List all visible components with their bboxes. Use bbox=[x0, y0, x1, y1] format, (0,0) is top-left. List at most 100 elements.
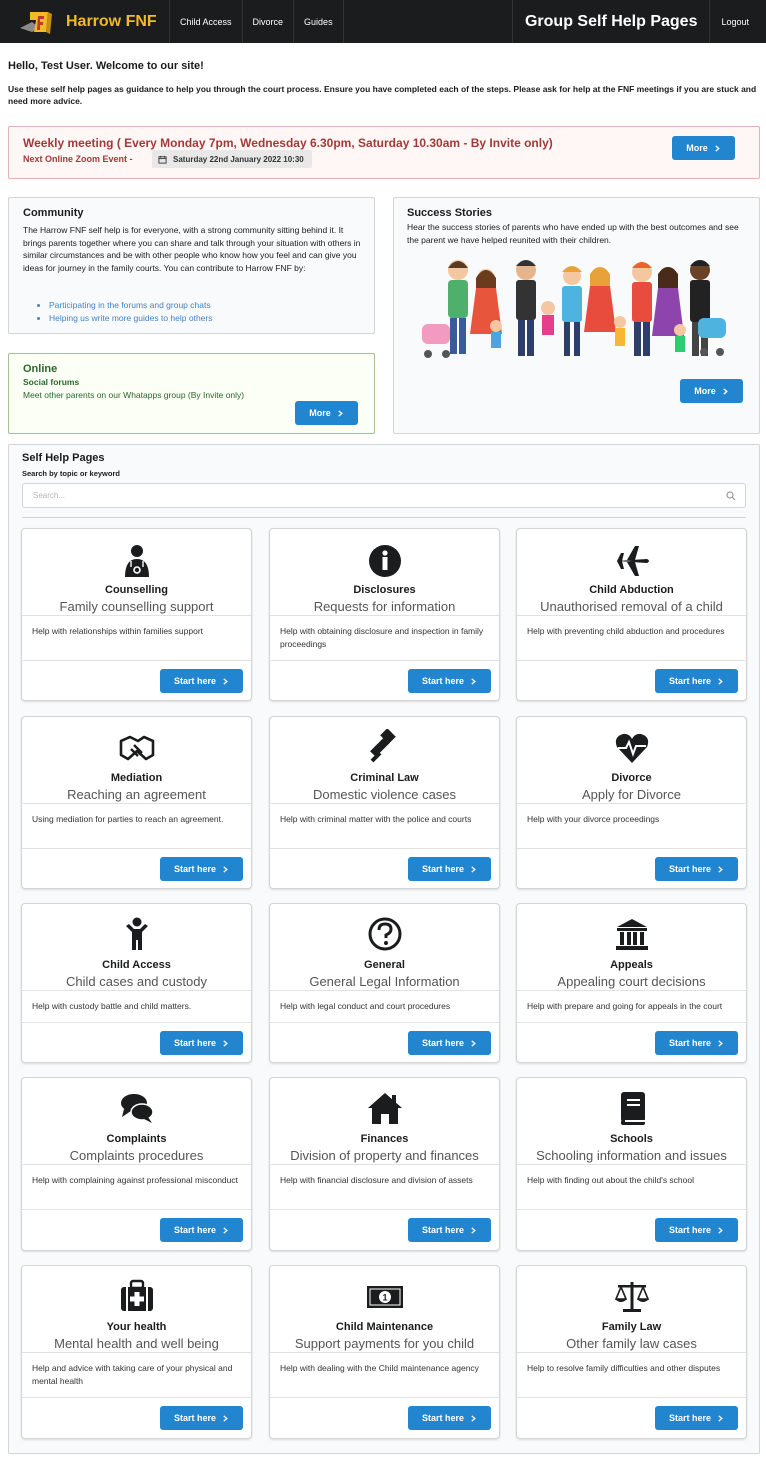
start-here-button[interactable]: Start here bbox=[655, 669, 738, 693]
card-divider bbox=[270, 1164, 499, 1165]
start-here-button[interactable]: Start here bbox=[160, 1218, 243, 1242]
start-here-button[interactable]: Start here bbox=[160, 669, 243, 693]
card-subtitle: Child cases and custody bbox=[66, 974, 207, 989]
heartbeat-icon bbox=[615, 733, 648, 763]
card-icon-wrap bbox=[517, 1090, 746, 1126]
chevron-right-icon bbox=[223, 1414, 228, 1422]
card-title: Criminal Law bbox=[350, 772, 419, 784]
card-description: Help with relationships within families … bbox=[32, 626, 204, 636]
card-finances: Finances Division of property and finance… bbox=[269, 1077, 500, 1251]
start-here-button[interactable]: Start here bbox=[655, 1406, 738, 1430]
card-mediation: Mediation Reaching an agreement Using medi… bbox=[21, 716, 252, 889]
card-subtitle: Appealing court decisions bbox=[557, 974, 706, 989]
online-more-label: More bbox=[309, 408, 331, 418]
meeting-more-button[interactable]: More bbox=[672, 136, 735, 160]
card-title: Child Abduction bbox=[589, 584, 674, 596]
start-here-button[interactable]: Start here bbox=[655, 857, 738, 881]
card-child-maintenance: 1 Child Maintenance Support payments for y… bbox=[269, 1265, 500, 1439]
community-link-forums[interactable]: Participating in the forums and group ch… bbox=[49, 299, 212, 312]
card-subtitle: Division of property and finances bbox=[290, 1148, 479, 1163]
logout-link[interactable]: Logout bbox=[710, 0, 766, 43]
nav-child-access[interactable]: Child Access bbox=[170, 0, 243, 43]
start-here-label: Start here bbox=[173, 1413, 217, 1423]
card-icon-wrap bbox=[270, 729, 499, 765]
card-divider bbox=[517, 848, 746, 849]
courthouse-icon bbox=[615, 919, 648, 950]
event-date-label: Saturday 22nd January 2022 10:30 bbox=[152, 150, 312, 168]
card-divider bbox=[517, 1397, 746, 1398]
online-more-button[interactable]: More bbox=[295, 401, 358, 425]
card-divider bbox=[22, 990, 251, 991]
gavel-icon bbox=[369, 729, 396, 763]
search-input[interactable]: Search... bbox=[22, 483, 746, 508]
chevron-right-icon bbox=[223, 677, 228, 685]
card-divider bbox=[270, 615, 499, 616]
calendar-icon bbox=[158, 155, 167, 164]
event-date: Saturday 22nd January 2022 10:30 bbox=[173, 154, 304, 164]
start-here-button[interactable]: Start here bbox=[408, 1406, 491, 1430]
card-divider bbox=[517, 1164, 746, 1165]
search-divider bbox=[22, 517, 746, 518]
card-icon-wrap bbox=[22, 729, 251, 765]
card-title: Disclosures bbox=[353, 584, 416, 596]
chevron-right-icon bbox=[223, 1039, 228, 1047]
card-title: Child Maintenance bbox=[335, 1321, 434, 1333]
community-links: Participating in the forums and group ch… bbox=[49, 299, 212, 325]
card-title: General bbox=[364, 959, 405, 971]
start-here-button[interactable]: Start here bbox=[160, 1031, 243, 1055]
community-link-guides[interactable]: Helping us write more guides to help oth… bbox=[49, 312, 212, 325]
card-icon-wrap bbox=[517, 916, 746, 952]
selfhelp-title: Self Help Pages bbox=[22, 452, 105, 464]
child-icon bbox=[125, 917, 148, 950]
card-title: Complaints bbox=[106, 1133, 167, 1145]
start-here-button[interactable]: Start here bbox=[408, 669, 491, 693]
card-title: Appeals bbox=[610, 959, 653, 971]
chevron-right-icon bbox=[471, 1226, 476, 1234]
start-here-label: Start here bbox=[421, 864, 465, 874]
start-here-button[interactable]: Start here bbox=[408, 1031, 491, 1055]
scale-icon bbox=[614, 1282, 649, 1312]
success-more-button[interactable]: More bbox=[680, 379, 743, 403]
meeting-title: Weekly meeting ( Every Monday 7pm, Wedne… bbox=[23, 136, 553, 150]
card-title: Schools bbox=[610, 1133, 653, 1145]
card-icon-wrap bbox=[517, 543, 746, 579]
family-figures bbox=[422, 260, 726, 358]
card-icon-wrap bbox=[270, 1090, 499, 1126]
chevron-right-icon bbox=[718, 677, 723, 685]
page-title: Group Self Help Pages bbox=[511, 0, 711, 43]
card-icon-wrap bbox=[517, 1278, 746, 1314]
start-here-label: Start here bbox=[668, 676, 712, 686]
top-menu-bar: Harrow FNF Child Access Divorce Guides G… bbox=[0, 0, 766, 43]
card-subtitle: Apply for Divorce bbox=[582, 787, 681, 802]
online-title: Online bbox=[23, 363, 58, 375]
start-here-label: Start here bbox=[173, 676, 217, 686]
start-here-button[interactable]: Start here bbox=[408, 1218, 491, 1242]
start-here-button[interactable]: Start here bbox=[655, 1031, 738, 1055]
card-title: Family Law bbox=[601, 1321, 662, 1333]
start-here-label: Start here bbox=[421, 1413, 465, 1423]
chevron-right-icon bbox=[471, 1414, 476, 1422]
card-icon-wrap bbox=[22, 1278, 251, 1314]
nav-divorce[interactable]: Divorce bbox=[243, 0, 295, 43]
card-subtitle: Domestic violence cases bbox=[312, 787, 457, 802]
start-here-button[interactable]: Start here bbox=[655, 1218, 738, 1242]
card-subtitle: Family counselling support bbox=[59, 599, 214, 614]
site-logo[interactable]: Harrow FNF bbox=[0, 0, 170, 43]
medkit-icon bbox=[120, 1279, 153, 1311]
card-icon-wrap bbox=[270, 916, 499, 952]
start-here-label: Start here bbox=[173, 864, 217, 874]
card-family-law: Family Law Other family law cases Help to … bbox=[516, 1265, 747, 1439]
start-here-button[interactable]: Start here bbox=[160, 1406, 243, 1430]
success-segment: Success Stories Hear the success stories… bbox=[393, 197, 760, 434]
start-here-button[interactable]: Start here bbox=[160, 857, 243, 881]
online-subtitle: Social forums bbox=[23, 377, 80, 387]
card-title: Counselling bbox=[105, 584, 168, 596]
card-schools: Schools Schooling information and issues H… bbox=[516, 1077, 747, 1251]
comments-icon bbox=[120, 1094, 154, 1123]
search-icon bbox=[726, 491, 736, 501]
nav-guides[interactable]: Guides bbox=[294, 0, 344, 43]
success-more-label: More bbox=[694, 386, 716, 396]
start-here-button[interactable]: Start here bbox=[408, 857, 491, 881]
search-label: Search by topic or keyword bbox=[22, 469, 120, 478]
card-divider bbox=[22, 803, 251, 804]
